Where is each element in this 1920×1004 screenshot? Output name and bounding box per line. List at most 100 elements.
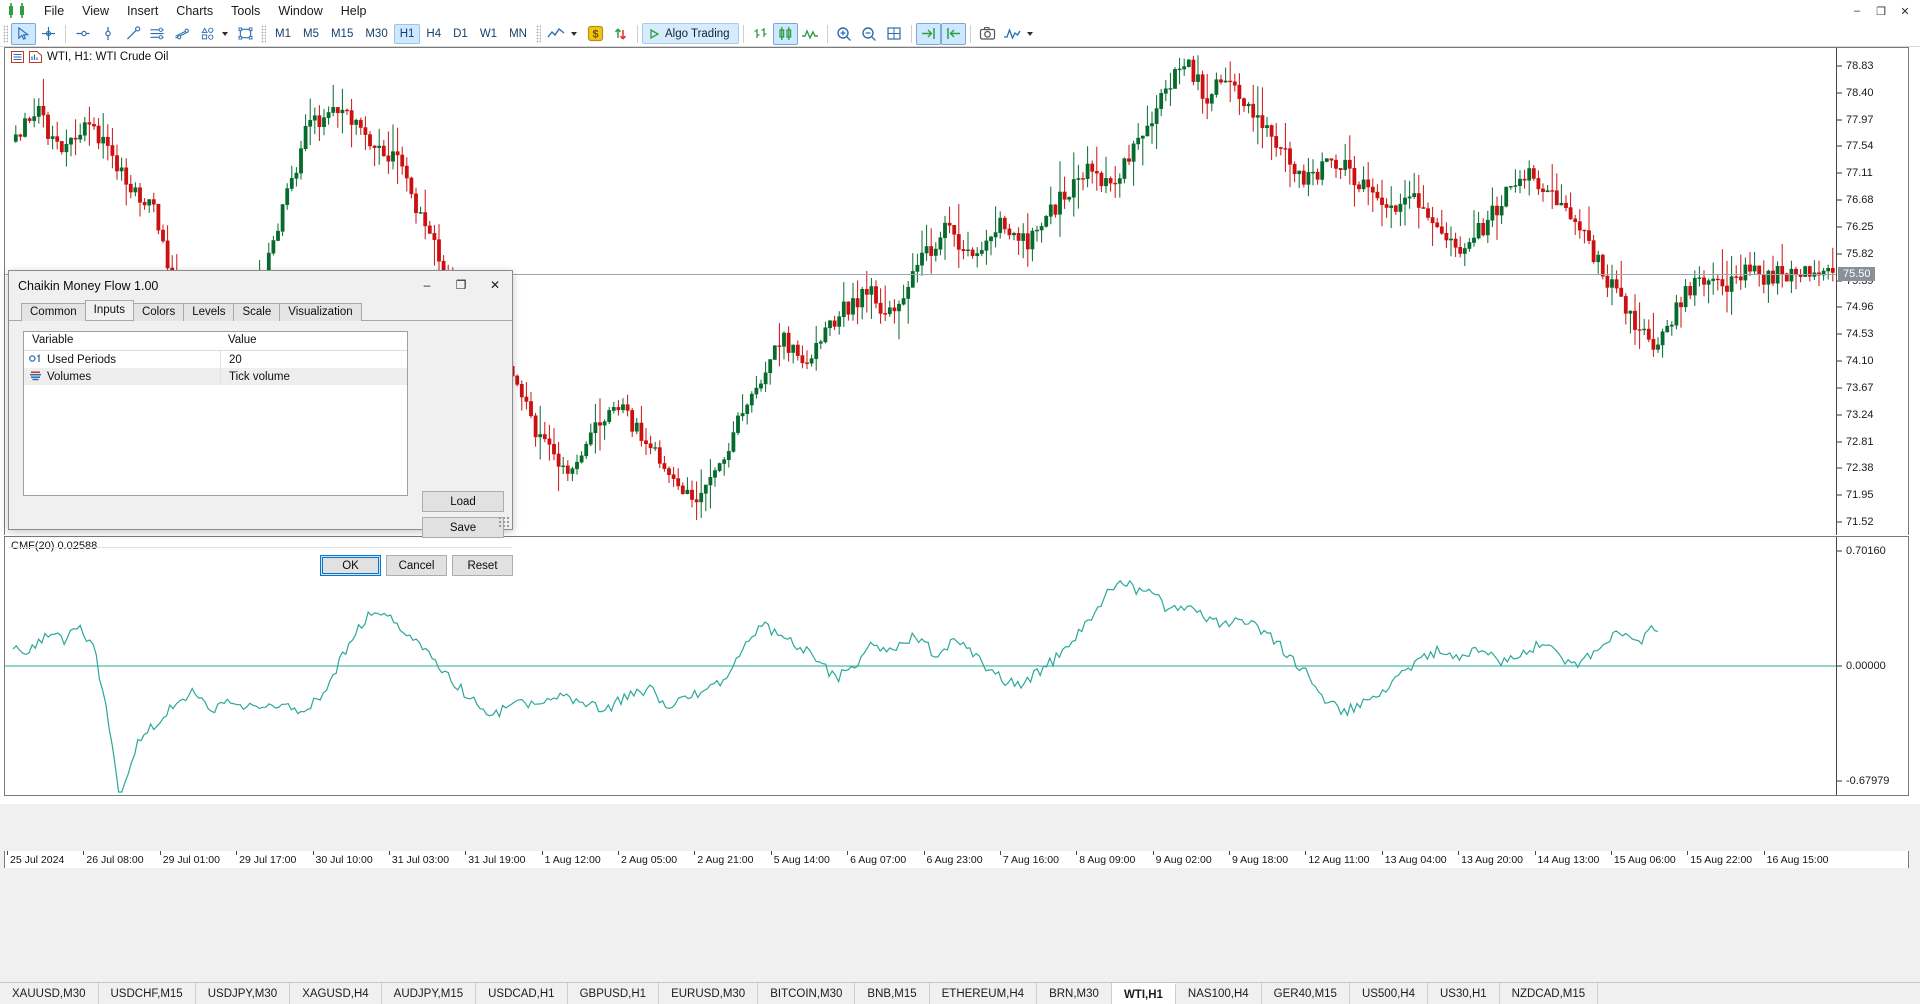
variable-value[interactable]: 20 bbox=[220, 351, 407, 368]
metatrader-window: TradingFinder – ❐ ✕ FileViewInsertCharts… bbox=[0, 0, 1920, 1004]
time-tick-label: 6 Aug 23:00 bbox=[927, 854, 983, 866]
text-label-icon[interactable] bbox=[233, 23, 258, 45]
timeframe-m1[interactable]: M1 bbox=[269, 24, 297, 44]
menu-item-window[interactable]: Window bbox=[269, 2, 331, 20]
toolbar-grip-2[interactable] bbox=[261, 25, 266, 43]
timeframe-m15[interactable]: M15 bbox=[325, 24, 359, 44]
equidistant-channel-icon[interactable] bbox=[145, 23, 170, 45]
dialog-tab-levels[interactable]: Levels bbox=[183, 303, 234, 321]
chart-tab-us30-h1[interactable]: US30,H1 bbox=[1428, 983, 1500, 1004]
line-chart-icon[interactable] bbox=[544, 23, 569, 45]
menu-item-insert[interactable]: Insert bbox=[118, 2, 167, 20]
time-axis[interactable]: 25 Jul 202426 Jul 08:0029 Jul 01:0029 Ju… bbox=[4, 851, 1909, 868]
timeframe-h1[interactable]: H1 bbox=[394, 24, 421, 44]
shapes-dropdown-caret-icon[interactable] bbox=[222, 32, 228, 36]
timeframe-d1[interactable]: D1 bbox=[447, 24, 474, 44]
chart-tab-bitcoin-m30[interactable]: BITCOIN,M30 bbox=[758, 983, 855, 1004]
chart-tab-eurusd-m30[interactable]: EURUSD,M30 bbox=[659, 983, 758, 1004]
arrows-icon[interactable] bbox=[608, 23, 633, 45]
cursor-icon[interactable] bbox=[11, 23, 36, 45]
timeframe-h4[interactable]: H4 bbox=[420, 24, 447, 44]
timeframe-m30[interactable]: M30 bbox=[359, 24, 393, 44]
bar-chart-icon[interactable] bbox=[748, 23, 773, 45]
chart-tab-ethereum-h4[interactable]: ETHEREUM,H4 bbox=[930, 983, 1037, 1004]
chart-tab-nzdcad-m15[interactable]: NZDCAD,M15 bbox=[1500, 983, 1598, 1004]
indicator-scale-axis[interactable]: 0.701600.00000-0.67979 bbox=[1836, 537, 1908, 795]
chart-shift-icon[interactable] bbox=[916, 23, 941, 45]
menu-item-help[interactable]: Help bbox=[332, 2, 376, 20]
vertical-line-icon[interactable] bbox=[95, 23, 120, 45]
chart-tab-xagusd-h4[interactable]: XAGUSD,H4 bbox=[290, 983, 381, 1004]
line-mode-icon[interactable] bbox=[798, 23, 823, 45]
trendline-icon[interactable] bbox=[120, 23, 145, 45]
time-tick-label: 15 Aug 06:00 bbox=[1614, 854, 1676, 866]
chart-tab-brn-m30[interactable]: BRN,M30 bbox=[1037, 983, 1112, 1004]
load-button[interactable]: Load bbox=[422, 491, 504, 512]
timeframe-mn[interactable]: MN bbox=[503, 24, 533, 44]
cancel-button[interactable]: Cancel bbox=[386, 555, 447, 576]
price-tick-label: 71.95 bbox=[1837, 489, 1909, 501]
close-button[interactable]: ✕ bbox=[1894, 2, 1916, 20]
maximize-button[interactable]: ❐ bbox=[1870, 2, 1892, 20]
chart-tab-usdcad-h1[interactable]: USDCAD,H1 bbox=[476, 983, 567, 1004]
chart-tab-xauusd-m30[interactable]: XAUUSD,M30 bbox=[0, 983, 99, 1004]
chart-tab-usdjpy-m30[interactable]: USDJPY,M30 bbox=[196, 983, 290, 1004]
table-row[interactable]: VolumesTick volume bbox=[24, 368, 407, 385]
dialog-tab-colors[interactable]: Colors bbox=[133, 303, 184, 321]
indicator-pane[interactable]: CMF(20) 0.02588 0.701600.00000-0.67979 bbox=[4, 536, 1909, 796]
fibonacci-icon[interactable] bbox=[170, 23, 195, 45]
algo-trading-button[interactable]: Algo Trading bbox=[642, 23, 739, 44]
dollar-icon[interactable]: $ bbox=[583, 23, 608, 45]
chart-tab-gbpusd-h1[interactable]: GBPUSD,H1 bbox=[568, 983, 659, 1004]
dialog-minimize-button[interactable]: – bbox=[410, 271, 444, 299]
current-price-badge: 75.50 bbox=[1838, 267, 1875, 281]
integer-input-icon bbox=[29, 353, 42, 367]
time-tick-label: 26 Jul 08:00 bbox=[86, 854, 143, 866]
indicators-icon[interactable] bbox=[1000, 23, 1025, 45]
auto-scroll-icon[interactable] bbox=[941, 23, 966, 45]
chart-tab-usdchf-m15[interactable]: USDCHF,M15 bbox=[99, 983, 196, 1004]
chart-tab-bnb-m15[interactable]: BNB,M15 bbox=[855, 983, 929, 1004]
shapes-icon[interactable] bbox=[195, 23, 220, 45]
indicators-dropdown-caret-icon[interactable] bbox=[1027, 32, 1033, 36]
price-axis[interactable]: 78.8378.4077.9777.5477.1176.6876.2575.82… bbox=[1836, 48, 1908, 535]
chart-tab-ger40-m15[interactable]: GER40,M15 bbox=[1262, 983, 1350, 1004]
window-controls: – ❐ ✕ bbox=[1846, 2, 1916, 20]
menu-item-tools[interactable]: Tools bbox=[222, 2, 269, 20]
dialog-maximize-button[interactable]: ❐ bbox=[444, 271, 478, 299]
zoom-out-icon[interactable] bbox=[857, 23, 882, 45]
toolbar-grip[interactable] bbox=[3, 25, 8, 43]
chart-tab-audjpy-m15[interactable]: AUDJPY,M15 bbox=[382, 983, 476, 1004]
chart-tab-wti-h1[interactable]: WTI,H1 bbox=[1112, 983, 1176, 1004]
horizontal-line-icon[interactable] bbox=[70, 23, 95, 45]
save-button[interactable]: Save bbox=[422, 517, 504, 538]
indicator-properties-dialog[interactable]: Chaikin Money Flow 1.00 – ❐ ✕ CommonInpu… bbox=[8, 270, 513, 530]
minimize-button[interactable]: – bbox=[1846, 2, 1868, 20]
timeframe-w1[interactable]: W1 bbox=[474, 24, 503, 44]
inputs-table[interactable]: Variable Value Used Periods20VolumesTick… bbox=[23, 331, 408, 496]
chart-tab-us500-h4[interactable]: US500,H4 bbox=[1350, 983, 1428, 1004]
variable-value[interactable]: Tick volume bbox=[220, 368, 407, 385]
chart-tab-nas100-h4[interactable]: NAS100,H4 bbox=[1176, 983, 1262, 1004]
screenshot-icon[interactable] bbox=[975, 23, 1000, 45]
time-tick-label: 6 Aug 07:00 bbox=[850, 854, 906, 866]
reset-button[interactable]: Reset bbox=[452, 555, 513, 576]
candlestick-icon[interactable] bbox=[773, 23, 798, 45]
dialog-tab-inputs[interactable]: Inputs bbox=[85, 300, 134, 320]
dialog-tab-visualization[interactable]: Visualization bbox=[279, 303, 361, 321]
chart-type-dropdown-caret-icon[interactable] bbox=[571, 32, 577, 36]
table-row[interactable]: Used Periods20 bbox=[24, 351, 407, 368]
timeframe-m5[interactable]: M5 bbox=[297, 24, 325, 44]
menu-item-view[interactable]: View bbox=[73, 2, 118, 20]
zoom-in-icon[interactable] bbox=[832, 23, 857, 45]
dialog-resize-grip[interactable] bbox=[498, 516, 509, 527]
ok-button[interactable]: OK bbox=[320, 555, 381, 576]
menu-item-charts[interactable]: Charts bbox=[167, 2, 222, 20]
grid-icon[interactable] bbox=[882, 23, 907, 45]
dialog-tab-scale[interactable]: Scale bbox=[233, 303, 280, 321]
dialog-tab-common[interactable]: Common bbox=[21, 303, 86, 321]
crosshair-icon[interactable] bbox=[36, 23, 61, 45]
menu-item-file[interactable]: File bbox=[35, 2, 73, 20]
dialog-close-button[interactable]: ✕ bbox=[478, 271, 512, 299]
toolbar-grip-3[interactable] bbox=[536, 25, 541, 43]
